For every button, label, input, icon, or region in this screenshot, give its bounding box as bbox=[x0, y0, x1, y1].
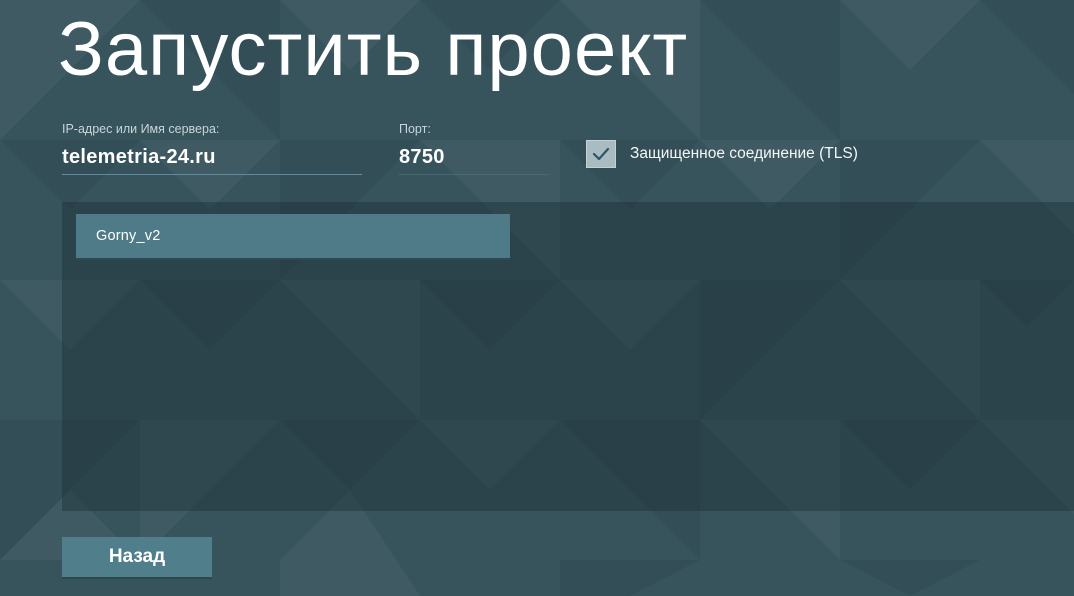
project-name: Gorny_v2 bbox=[96, 228, 161, 244]
back-button[interactable]: Назад bbox=[62, 537, 212, 579]
tls-checkbox[interactable] bbox=[586, 140, 616, 168]
tls-option[interactable]: Защищенное соединение (TLS) bbox=[586, 140, 858, 168]
host-field: IP-адрес или Имя сервера: bbox=[62, 121, 362, 175]
port-input[interactable] bbox=[399, 141, 549, 175]
page-title: Запустить проект bbox=[58, 7, 689, 92]
port-label: Порт: bbox=[399, 122, 431, 136]
tls-label: Защищенное соединение (TLS) bbox=[630, 145, 858, 162]
host-input[interactable] bbox=[62, 141, 362, 175]
host-label: IP-адрес или Имя сервера: bbox=[62, 122, 220, 136]
project-item-gorny-v2[interactable]: Gorny_v2 bbox=[76, 214, 510, 260]
checkmark-icon bbox=[592, 147, 610, 161]
port-field: Порт: bbox=[399, 121, 549, 175]
